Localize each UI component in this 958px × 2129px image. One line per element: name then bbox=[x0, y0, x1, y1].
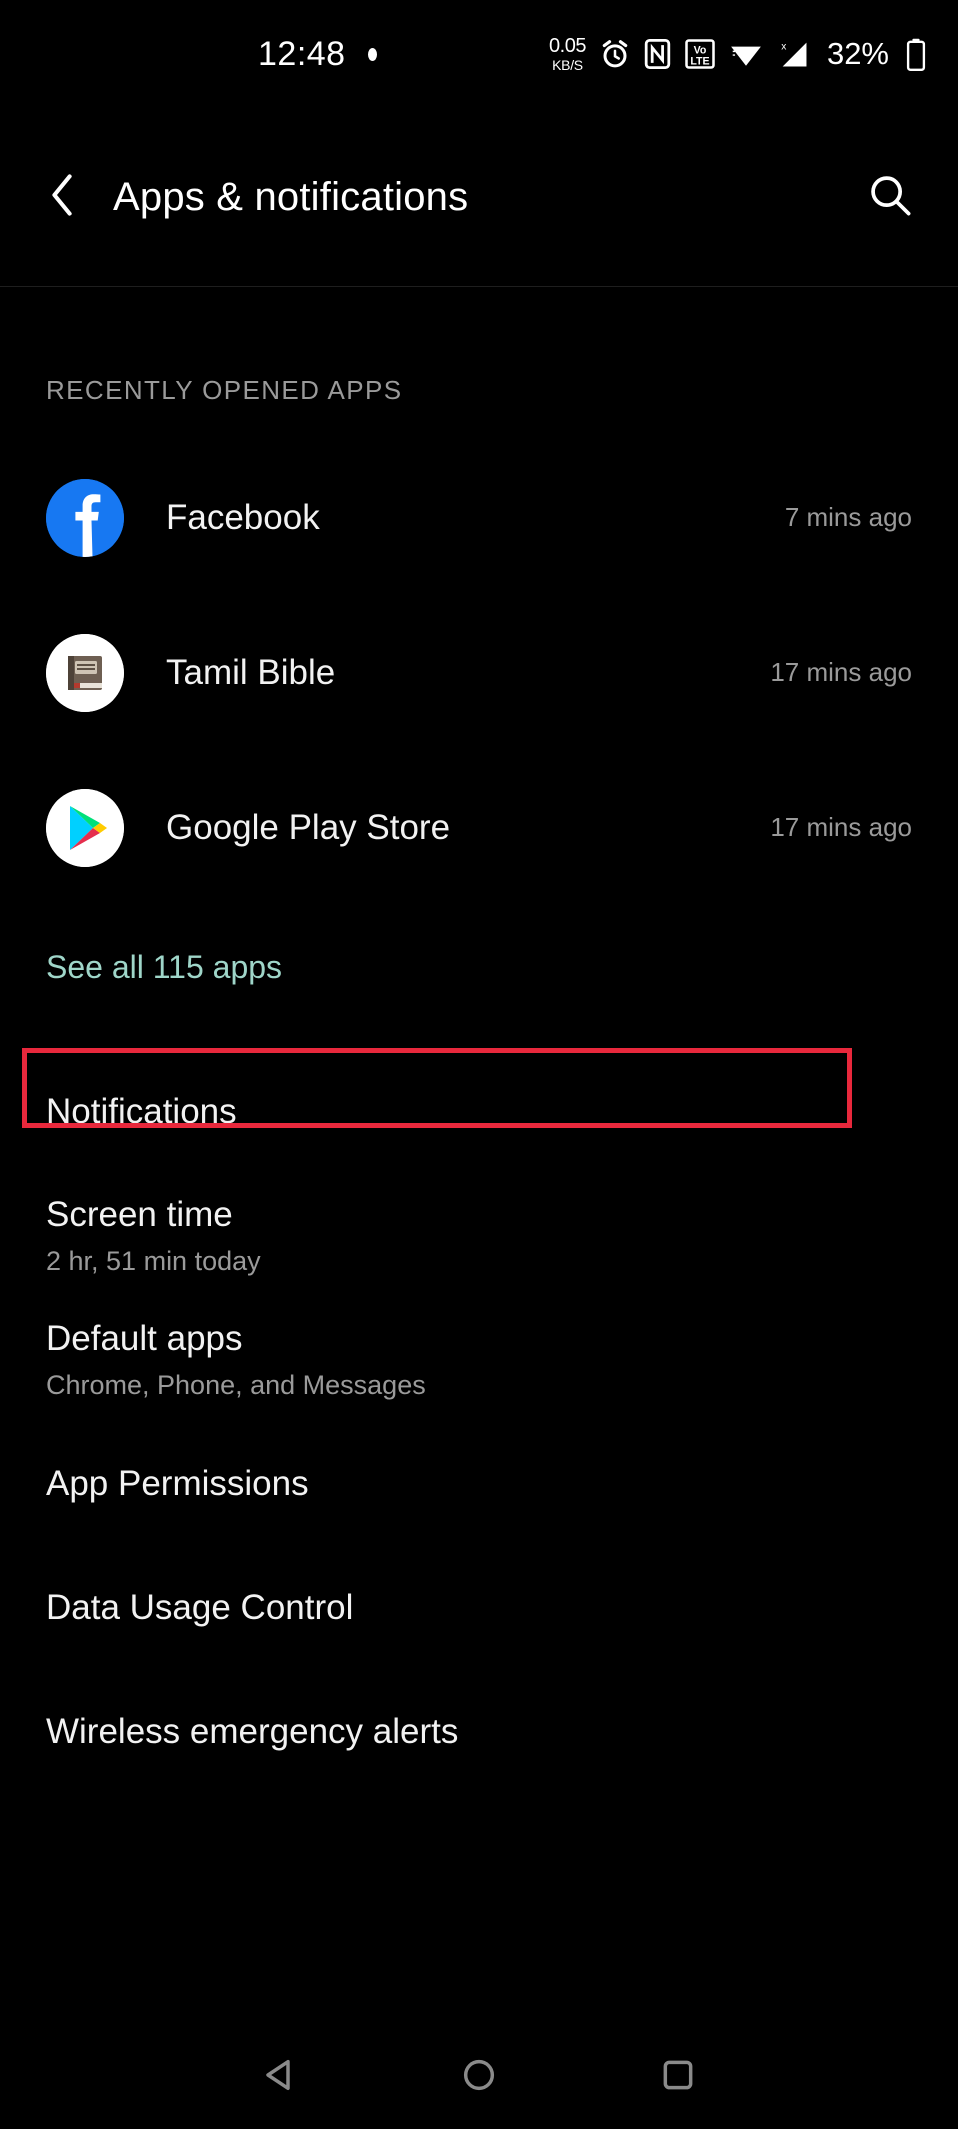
nav-back-triangle-icon bbox=[260, 2055, 300, 2095]
search-icon bbox=[868, 173, 912, 222]
facebook-icon bbox=[46, 478, 124, 557]
phone-screen: 12:48 0.05 KB/S Vo LTE x 32% Apps & noti… bbox=[0, 0, 958, 2129]
app-bar: Apps & notifications bbox=[0, 108, 958, 286]
battery-icon bbox=[906, 38, 926, 71]
svg-text:x: x bbox=[781, 41, 786, 52]
status-clock: 12:48 bbox=[258, 34, 346, 73]
list-item-label: Google Play Store bbox=[166, 807, 451, 847]
setting-item-app-permissions[interactable]: App Permissions bbox=[0, 1422, 958, 1546]
wifi-icon bbox=[729, 41, 763, 67]
setting-item-wireless-emergency-alerts[interactable]: Wireless emergency alerts bbox=[0, 1670, 958, 1794]
network-speed-unit: KB/S bbox=[552, 57, 583, 73]
list-item-timestamp: 7 mins ago bbox=[784, 502, 912, 532]
setting-item-subtitle: 2 hr, 51 min today bbox=[46, 1245, 261, 1276]
nav-home-circle-icon bbox=[459, 2055, 499, 2095]
list-item[interactable]: Tamil Bible 17 mins ago bbox=[0, 595, 958, 750]
nav-home-button[interactable] bbox=[441, 2037, 517, 2113]
settings-content: RECENTLY OPENED APPS Facebook 7 mins ago bbox=[0, 287, 958, 1794]
network-speed-value: 0.05 bbox=[549, 35, 586, 57]
setting-item-title: Data Usage Control bbox=[46, 1587, 354, 1627]
status-bar-left: 12:48 bbox=[258, 35, 377, 74]
setting-item-title: Screen time bbox=[46, 1195, 233, 1235]
google-play-store-icon bbox=[46, 788, 124, 867]
nav-recents-square-icon bbox=[658, 2055, 698, 2095]
svg-text:LTE: LTE bbox=[690, 55, 709, 67]
tamil-bible-icon bbox=[46, 633, 124, 712]
list-item[interactable]: Google Play Store 17 mins ago bbox=[0, 750, 958, 905]
setting-item-title: Default apps bbox=[46, 1319, 243, 1359]
back-chevron-icon bbox=[49, 173, 75, 222]
setting-item-default-apps[interactable]: Default apps Chrome, Phone, and Messages bbox=[0, 1298, 958, 1422]
list-item[interactable]: Facebook 7 mins ago bbox=[0, 440, 958, 595]
status-bar-right: 0.05 KB/S Vo LTE x 32% bbox=[549, 36, 926, 72]
page-title: Apps & notifications bbox=[113, 174, 469, 219]
navigation-bar bbox=[0, 2020, 958, 2129]
recording-dot-icon bbox=[367, 47, 377, 61]
search-button[interactable] bbox=[860, 167, 920, 227]
alarm-clock-icon bbox=[600, 39, 630, 69]
signal-no-service-icon: x bbox=[777, 39, 811, 69]
setting-item-title: Wireless emergency alerts bbox=[46, 1711, 459, 1751]
settings-options-list: Notifications Screen time 2 hr, 51 min t… bbox=[0, 1050, 958, 1794]
recently-opened-apps-header: RECENTLY OPENED APPS bbox=[46, 375, 403, 405]
setting-item-data-usage-control[interactable]: Data Usage Control bbox=[0, 1546, 958, 1670]
list-item-timestamp: 17 mins ago bbox=[770, 812, 912, 842]
setting-item-title: App Permissions bbox=[46, 1463, 309, 1503]
setting-item-notifications[interactable]: Notifications bbox=[0, 1050, 958, 1174]
nav-back-button[interactable] bbox=[242, 2037, 318, 2113]
battery-percent-label: 32% bbox=[826, 36, 889, 71]
volte-icon: Vo LTE bbox=[685, 39, 715, 69]
setting-item-title: Notifications bbox=[46, 1091, 237, 1131]
list-item-label: Facebook bbox=[166, 497, 320, 537]
list-item-label: Tamil Bible bbox=[166, 652, 336, 692]
recently-opened-apps-list: Facebook 7 mins ago Tamil Bible 17 mins … bbox=[0, 440, 958, 905]
list-item-timestamp: 17 mins ago bbox=[770, 657, 912, 687]
back-button[interactable] bbox=[34, 169, 90, 225]
network-speed-indicator: 0.05 KB/S bbox=[549, 36, 586, 72]
setting-item-subtitle: Chrome, Phone, and Messages bbox=[46, 1369, 426, 1400]
nav-recents-button[interactable] bbox=[640, 2037, 716, 2113]
see-all-apps-link[interactable]: See all 115 apps bbox=[0, 949, 958, 986]
setting-item-screen-time[interactable]: Screen time 2 hr, 51 min today bbox=[0, 1174, 958, 1298]
status-bar: 12:48 0.05 KB/S Vo LTE x 32% bbox=[0, 0, 958, 108]
nfc-icon bbox=[644, 39, 671, 70]
